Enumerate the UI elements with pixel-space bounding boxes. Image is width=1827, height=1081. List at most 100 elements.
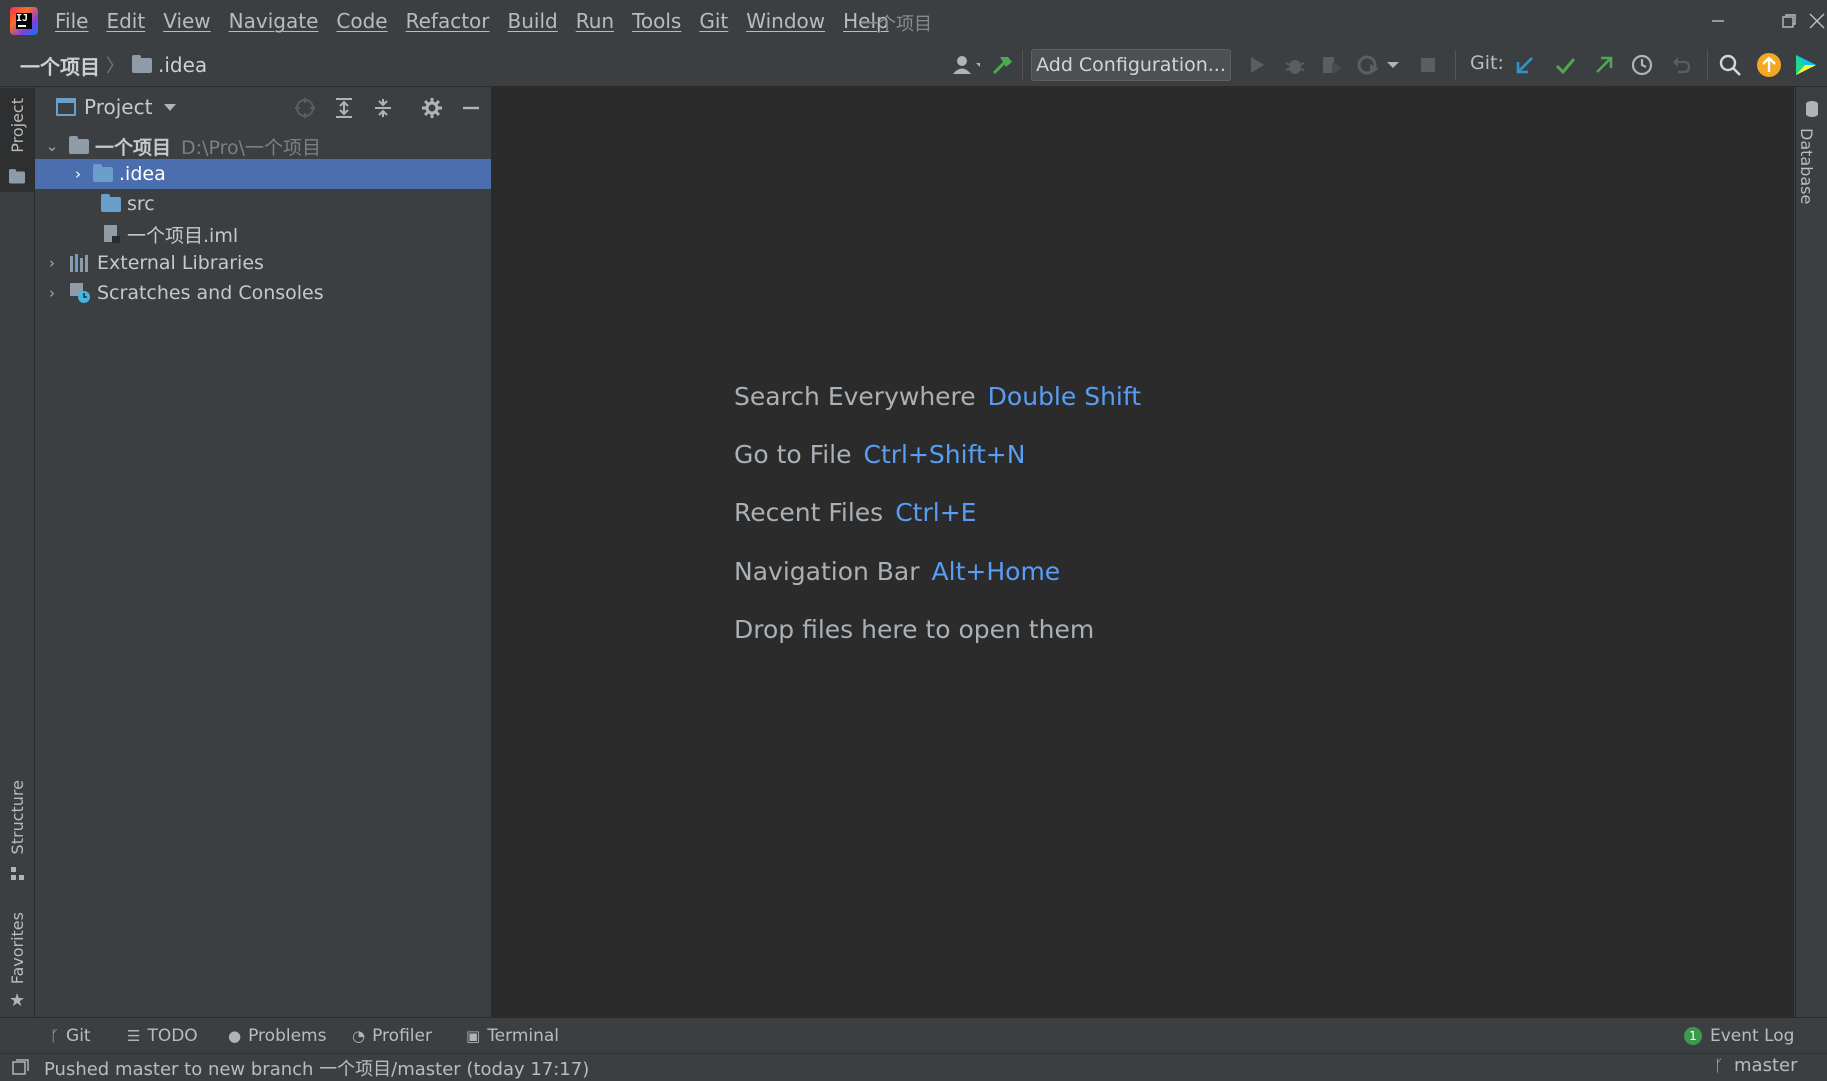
project-view-icon (56, 98, 76, 116)
rollback-button[interactable] (1667, 51, 1695, 79)
menu-bar: File Edit View Navigate Code Refactor Bu… (46, 0, 898, 42)
tree-item-external-libraries[interactable]: › External Libraries (35, 248, 491, 278)
chevron-down-icon[interactable]: ⌄ (45, 137, 59, 155)
menu-window[interactable]: Window (737, 9, 834, 33)
git-commit-button[interactable] (1551, 51, 1579, 79)
tab-profiler[interactable]: ◔ Profiler (352, 1026, 432, 1046)
hint-go-to-file: Go to File Ctrl+Shift+N (734, 440, 1025, 469)
coverage-icon (1323, 57, 1342, 74)
intellij-logo-icon[interactable]: IJ (10, 7, 38, 35)
breadcrumb-project[interactable]: 一个项目 (20, 51, 100, 80)
git-branch-icon: ᚴ (50, 1027, 60, 1045)
profile-button[interactable] (1355, 51, 1383, 79)
hint-recent-files: Recent Files Ctrl+E (734, 498, 976, 527)
menu-edit[interactable]: Edit (97, 9, 154, 33)
menu-navigate[interactable]: Navigate (220, 9, 328, 33)
hammer-icon (992, 57, 1012, 75)
event-log-button[interactable]: 1 Event Log (1684, 1026, 1794, 1046)
stop-icon (1421, 58, 1435, 72)
tab-project[interactable]: Project (0, 88, 34, 192)
terminal-icon: ▣ (466, 1027, 481, 1045)
update-available-button[interactable] (1755, 51, 1783, 79)
menu-file[interactable]: File (46, 9, 97, 33)
git-update-icon (1516, 57, 1533, 74)
menu-build[interactable]: Build (499, 9, 567, 33)
locate-icon[interactable] (294, 97, 316, 119)
git-branch-widget[interactable]: master (1734, 1055, 1797, 1076)
tab-todo[interactable]: ☰ TODO (127, 1026, 198, 1046)
hint-text: Recent Files (734, 498, 884, 527)
tree-item-scratches[interactable]: › Scratches and Consoles (35, 278, 491, 308)
project-panel-title[interactable]: Project (84, 95, 152, 119)
restore-icon (1782, 14, 1796, 28)
run-options-dropdown[interactable] (1384, 51, 1402, 79)
hint-text: Navigation Bar (734, 557, 920, 586)
chevron-right-icon[interactable]: › (45, 254, 59, 272)
status-message[interactable]: Pushed master to new branch 一个项目/master … (44, 1055, 589, 1081)
add-configuration-button[interactable]: Add Configuration... (1031, 49, 1231, 81)
expand-all-icon[interactable] (333, 97, 355, 119)
minimize-icon (1712, 20, 1724, 22)
tab-favorites[interactable]: Favorites ★ (0, 912, 34, 1012)
chevron-down-icon[interactable] (163, 103, 177, 113)
chevron-right-icon[interactable]: › (45, 284, 59, 302)
menu-git[interactable]: Git (690, 9, 737, 33)
run-button[interactable] (1243, 51, 1271, 79)
debug-button[interactable] (1281, 51, 1309, 79)
menu-run[interactable]: Run (567, 9, 623, 33)
search-button[interactable] (1716, 51, 1744, 79)
breadcrumb-idea[interactable]: .idea (158, 53, 207, 77)
collapse-all-icon[interactable] (372, 97, 394, 119)
chevron-right-icon[interactable]: › (71, 165, 85, 183)
tree-item-project-root[interactable]: ⌄ 一个项目 D:\Pro\一个项目 (35, 131, 491, 161)
tab-git[interactable]: ᚴ Git (50, 1026, 91, 1046)
profile-icon (1357, 55, 1379, 75)
tab-problems[interactable]: ● Problems (228, 1026, 326, 1046)
close-button[interactable] (1806, 0, 1827, 42)
menu-code[interactable]: Code (327, 9, 396, 33)
tab-project-label: Project (8, 98, 27, 153)
tab-database[interactable]: Database (1797, 128, 1816, 204)
hide-panel-icon[interactable] (460, 97, 482, 119)
tree-item-src[interactable]: src (35, 189, 491, 219)
tree-item-label: src (127, 193, 155, 215)
tab-structure[interactable]: Structure (0, 780, 34, 886)
search-icon (1719, 54, 1741, 76)
tree-item-idea[interactable]: › .idea (35, 159, 491, 189)
user-icon (953, 56, 980, 74)
editor-area[interactable] (492, 87, 1794, 1017)
menu-refactor[interactable]: Refactor (397, 9, 499, 33)
toggle-tool-windows-icon[interactable] (12, 1059, 30, 1075)
menu-view[interactable]: View (154, 9, 219, 33)
history-icon (1631, 54, 1653, 76)
hint-navigation-bar: Navigation Bar Alt+Home (734, 557, 1060, 586)
toolbar-separator (1455, 50, 1456, 80)
hint-text: Go to File (734, 440, 852, 469)
folder-icon (132, 54, 152, 73)
menu-tools[interactable]: Tools (623, 9, 690, 33)
profiler-icon: ◔ (352, 1027, 366, 1045)
event-log-label: Event Log (1710, 1026, 1795, 1046)
hint-shortcut: Ctrl+E (895, 498, 977, 527)
gear-icon[interactable] (421, 97, 443, 119)
stop-button[interactable] (1414, 51, 1442, 79)
right-tool-strip (1795, 87, 1827, 1017)
toolbar-separator (1022, 50, 1023, 80)
history-button[interactable] (1628, 51, 1656, 79)
git-push-button[interactable] (1590, 51, 1618, 79)
user-button[interactable] (952, 51, 980, 79)
git-branch-icon: ᚴ (1714, 1056, 1724, 1075)
minimize-button[interactable] (1683, 0, 1753, 42)
toolbox-button[interactable] (1792, 51, 1820, 79)
git-update-button[interactable] (1511, 51, 1539, 79)
update-available-icon (1757, 53, 1781, 77)
tab-label: Git (66, 1026, 91, 1046)
tab-terminal[interactable]: ▣ Terminal (466, 1026, 559, 1046)
close-icon (1808, 13, 1825, 29)
build-button[interactable] (988, 51, 1016, 79)
tree-item-iml[interactable]: 一个项目.iml (35, 219, 491, 249)
tree-item-label: 一个项目.iml (127, 224, 239, 247)
event-log-count: 1 (1684, 1027, 1702, 1045)
tree-item-label: External Libraries (97, 252, 264, 274)
coverage-button[interactable] (1318, 51, 1346, 79)
